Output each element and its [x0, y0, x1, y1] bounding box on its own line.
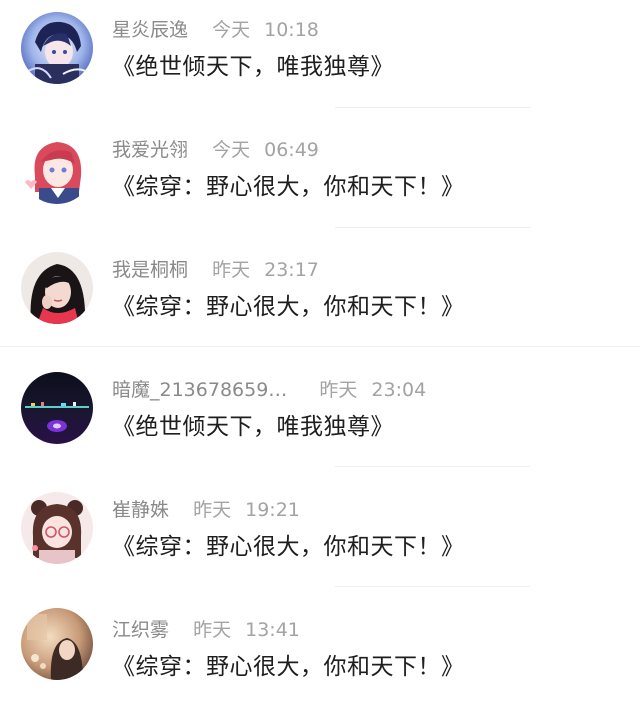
sender-name[interactable]: 我爱光翎 [112, 139, 188, 161]
message-preview[interactable]: 《绝世倾天下，唯我独尊》 [112, 50, 394, 84]
message-preview[interactable]: 《绝世倾天下，唯我独尊》 [112, 410, 394, 444]
warm-photo-avatar[interactable] [21, 608, 93, 680]
timestamp: 19:21 [245, 499, 300, 521]
conversation-item[interactable]: 我爱光翎 今天 06:49 《综穿：野心很大，你和天下！》 [0, 120, 640, 228]
anime-girl-red-hair-avatar[interactable] [21, 132, 93, 204]
timestamp: 23:04 [371, 379, 427, 401]
day-label: 今天 [212, 139, 251, 161]
divider [0, 346, 640, 347]
message-preview[interactable]: 《综穿：野心很大，你和天下！》 [112, 650, 465, 684]
timestamp: 23:17 [264, 259, 319, 281]
day-label: 昨天 [193, 619, 232, 641]
conversation-meta: 我爱光翎 今天 06:49 [112, 137, 319, 163]
conversation-list: 星炎辰逸 今天 10:18 《绝世倾天下，唯我独尊》 我爱光翎 今天 06:49… [0, 0, 640, 698]
message-preview[interactable]: 《综穿：野心很大，你和天下！》 [112, 290, 465, 324]
conversation-meta: 暗魔_213678659… 昨天 23:04 [112, 377, 426, 403]
sender-name[interactable]: 我是桐桐 [112, 259, 188, 281]
conversation-meta: 崔静姝 昨天 19:21 [112, 497, 300, 523]
conversation-item[interactable]: 星炎辰逸 今天 10:18 《绝世倾天下，唯我独尊》 [0, 0, 640, 108]
timestamp: 13:41 [245, 619, 300, 641]
divider [335, 466, 530, 467]
conversation-item[interactable]: 我是桐桐 昨天 23:17 《综穿：野心很大，你和天下！》 [0, 240, 640, 348]
day-label: 今天 [212, 19, 251, 41]
timestamp: 06:49 [264, 139, 319, 161]
conversation-meta: 我是桐桐 昨天 23:17 [112, 257, 319, 283]
conversation-item[interactable]: 江织雾 昨天 13:41 《综穿：野心很大，你和天下！》 [0, 600, 640, 708]
timestamp: 10:18 [264, 19, 319, 41]
night-city-avatar[interactable] [21, 372, 93, 444]
divider [335, 227, 530, 228]
message-preview[interactable]: 《综穿：野心很大，你和天下！》 [112, 170, 465, 204]
sender-name[interactable]: 星炎辰逸 [112, 19, 188, 41]
conversation-meta: 星炎辰逸 今天 10:18 [112, 17, 319, 43]
conversation-item[interactable]: 崔静姝 昨天 19:21 《综穿：野心很大，你和天下！》 [0, 480, 640, 588]
divider [335, 586, 530, 587]
anime-boy-avatar[interactable] [21, 12, 93, 84]
sender-name[interactable]: 崔静姝 [112, 499, 169, 521]
day-label: 昨天 [193, 499, 232, 521]
illustrated-girl-avatar[interactable] [21, 492, 93, 564]
conversation-item[interactable]: 暗魔_213678659… 昨天 23:04 《绝世倾天下，唯我独尊》 [0, 360, 640, 468]
conversation-meta: 江织雾 昨天 13:41 [112, 617, 300, 643]
divider [335, 107, 530, 108]
sender-name[interactable]: 暗魔_213678659… [112, 379, 287, 401]
sender-name[interactable]: 江织雾 [112, 619, 169, 641]
day-label: 昨天 [212, 259, 251, 281]
message-preview[interactable]: 《综穿：野心很大，你和天下！》 [112, 530, 465, 564]
girl-photo-avatar[interactable] [21, 252, 93, 324]
day-label: 昨天 [319, 379, 358, 401]
